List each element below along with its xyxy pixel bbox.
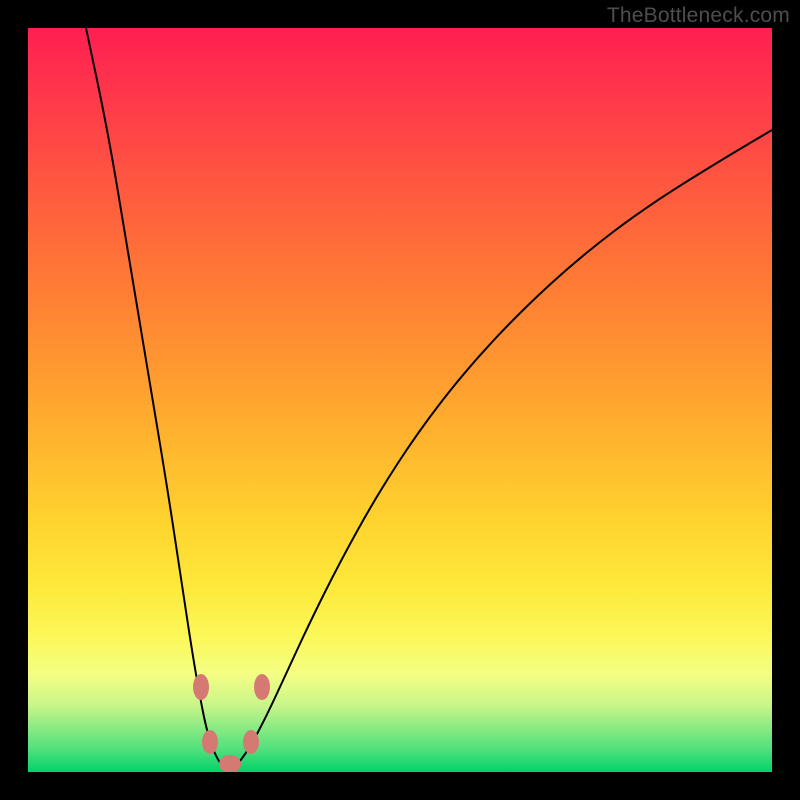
- chart-frame: TheBottleneck.com: [0, 0, 800, 800]
- trough-marker-1: [202, 730, 218, 754]
- curve-right-branch: [230, 130, 772, 772]
- watermark-text: TheBottleneck.com: [607, 4, 790, 28]
- trough-marker-2: [219, 755, 241, 772]
- trough-marker-0: [193, 674, 209, 700]
- trough-marker-3: [243, 730, 259, 754]
- chart-svg: [28, 28, 772, 772]
- chart-plot-area: [28, 28, 772, 772]
- curve-left-branch: [86, 28, 230, 772]
- trough-marker-4: [254, 674, 270, 700]
